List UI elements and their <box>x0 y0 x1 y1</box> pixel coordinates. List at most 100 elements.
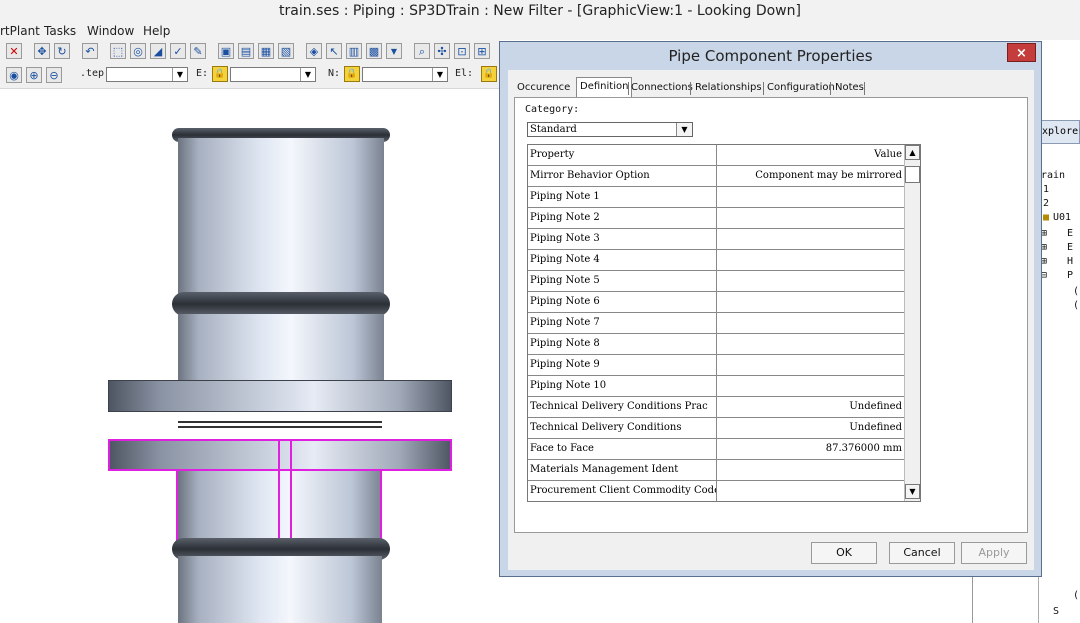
pointer-icon[interactable]: ↖ <box>326 43 342 59</box>
table-row[interactable]: Piping Note 9 <box>528 355 904 376</box>
property-value[interactable] <box>717 292 904 312</box>
tree-item[interactable]: rain <box>1041 170 1065 181</box>
ok-button[interactable]: OK <box>811 542 877 564</box>
check-icon[interactable]: ✓ <box>170 43 186 59</box>
property-value[interactable]: Undefined <box>717 418 904 438</box>
delete-icon[interactable]: ✕ <box>6 43 22 59</box>
table-row[interactable]: Technical Delivery Conditions Undefined <box>528 418 904 439</box>
pencil-icon[interactable]: ✎ <box>190 43 206 59</box>
lock-icon[interactable]: 🔒 <box>481 66 497 82</box>
cube-icon[interactable]: ▩ <box>366 43 382 59</box>
property-value[interactable]: 87.376000 mm <box>717 439 904 459</box>
tab-relationships[interactable]: Relationships <box>692 80 765 97</box>
zoom-icon[interactable]: ⌕ <box>414 43 430 59</box>
tree-item[interactable]: H <box>1067 256 1073 267</box>
property-value[interactable] <box>717 376 904 396</box>
property-value[interactable] <box>717 229 904 249</box>
tree-item[interactable]: ( <box>1073 286 1079 297</box>
table-row[interactable]: Piping Note 6 <box>528 292 904 313</box>
menu-tasks[interactable]: Tasks <box>44 22 76 40</box>
close-icon[interactable]: × <box>1007 43 1036 62</box>
table-row[interactable]: Procurement Client Commodity Code <box>528 481 904 501</box>
filter-icon[interactable]: ◎ <box>130 43 146 59</box>
move-icon[interactable]: ✥ <box>34 43 50 59</box>
property-value[interactable] <box>717 334 904 354</box>
table-row[interactable]: Face to Face 87.376000 mm <box>528 439 904 460</box>
tree-item[interactable]: 1 <box>1043 184 1049 195</box>
layer-icon[interactable]: ▥ <box>346 43 362 59</box>
fit-icon[interactable]: ⊞ <box>474 43 490 59</box>
rotate-icon[interactable]: ↻ <box>54 43 70 59</box>
tab-occurence[interactable]: Occurence <box>514 80 573 97</box>
measure-icon[interactable]: ◢ <box>150 43 166 59</box>
table-row[interactable]: Piping Note 7 <box>528 313 904 334</box>
menu-window[interactable]: Window <box>87 22 134 40</box>
grid-scrollbar[interactable]: ▲ ▼ <box>904 145 920 501</box>
tree-item[interactable]: E <box>1067 242 1073 253</box>
property-value[interactable] <box>717 271 904 291</box>
property-value[interactable]: Component may be mirrored <box>717 166 904 186</box>
tab-definition[interactable]: Definition <box>576 77 633 98</box>
target-icon[interactable]: ⊕ <box>26 67 42 83</box>
pipe-segment[interactable] <box>178 314 384 382</box>
lock-icon[interactable]: 🔒 <box>212 66 228 82</box>
tree-item[interactable]: U01 <box>1053 212 1071 223</box>
property-value[interactable] <box>717 208 904 228</box>
view-icon[interactable]: ▣ <box>218 43 234 59</box>
tab-configuration[interactable]: Configuration <box>764 80 838 97</box>
menu-help[interactable]: Help <box>143 22 170 40</box>
lock-icon[interactable]: 🔒 <box>344 66 360 82</box>
select-icon[interactable]: ⬚ <box>110 43 126 59</box>
tree-item[interactable]: ( <box>1073 590 1079 601</box>
dropdown-icon[interactable]: ▼ <box>386 43 402 59</box>
flange[interactable] <box>108 380 452 412</box>
table-row[interactable]: Piping Note 4 <box>528 250 904 271</box>
property-name: Mirror Behavior Option <box>528 166 717 186</box>
property-value[interactable] <box>717 187 904 207</box>
view2-icon[interactable]: ▤ <box>238 43 254 59</box>
cancel-button[interactable]: Cancel <box>889 542 955 564</box>
property-value[interactable] <box>717 313 904 333</box>
tab-connections[interactable]: Connections <box>628 80 696 97</box>
category-select[interactable]: Standard ▼ <box>527 122 693 137</box>
zoom-area-icon[interactable]: ⊡ <box>454 43 470 59</box>
scroll-up-icon[interactable]: ▲ <box>905 145 920 160</box>
property-value[interactable] <box>717 250 904 270</box>
table-row[interactable]: Piping Note 5 <box>528 271 904 292</box>
table-row[interactable]: Technical Delivery Conditions Prac Undef… <box>528 397 904 418</box>
pipe-segment[interactable] <box>178 556 382 623</box>
table-row[interactable]: Piping Note 3 <box>528 229 904 250</box>
e-combo[interactable]: ▼ <box>230 67 316 82</box>
target2-icon[interactable]: ⊖ <box>46 67 62 83</box>
tree-item[interactable]: 2 <box>1043 198 1049 209</box>
step-combo[interactable]: ▼ <box>106 67 188 82</box>
tab-notes[interactable]: Notes <box>832 80 867 97</box>
apply-button[interactable]: Apply <box>961 542 1027 564</box>
property-value[interactable] <box>717 355 904 375</box>
table-row[interactable]: Piping Note 2 <box>528 208 904 229</box>
menu-smartplant[interactable]: rtPlant <box>0 22 40 40</box>
view4-icon[interactable]: ▧ <box>278 43 294 59</box>
pinpoint-icon[interactable]: ◉ <box>6 67 22 83</box>
table-row[interactable]: Piping Note 10 <box>528 376 904 397</box>
n-combo[interactable]: ▼ <box>362 67 448 82</box>
chevron-down-icon[interactable]: ▼ <box>676 123 692 136</box>
table-row[interactable]: Mirror Behavior Option Component may be … <box>528 166 904 187</box>
snap-icon[interactable]: ◈ <box>306 43 322 59</box>
view3-icon[interactable]: ▦ <box>258 43 274 59</box>
pan-icon[interactable]: ✣ <box>434 43 450 59</box>
pipe-segment[interactable] <box>178 138 384 298</box>
table-row[interactable]: Materials Management Ident <box>528 460 904 481</box>
tree-item[interactable]: S <box>1053 606 1059 617</box>
tree-item[interactable]: ( <box>1073 300 1079 311</box>
table-row[interactable]: Piping Note 8 <box>528 334 904 355</box>
scroll-down-icon[interactable]: ▼ <box>905 484 920 499</box>
property-value[interactable] <box>717 460 904 480</box>
tree-item[interactable]: P <box>1067 270 1073 281</box>
undo-icon[interactable]: ↶ <box>82 43 98 59</box>
table-row[interactable]: Piping Note 1 <box>528 187 904 208</box>
property-value[interactable] <box>717 481 904 501</box>
scroll-thumb[interactable] <box>905 166 920 183</box>
property-value[interactable]: Undefined <box>717 397 904 417</box>
tree-item[interactable]: E <box>1067 228 1073 239</box>
